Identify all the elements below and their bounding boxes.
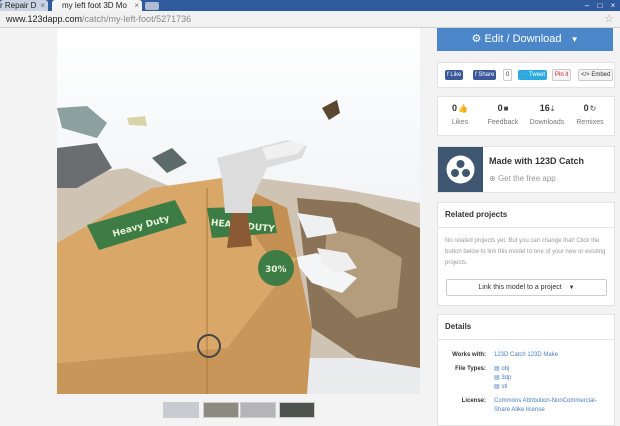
debris-top-right (322, 100, 340, 120)
stat-value: 0 (452, 103, 458, 113)
thumbs-up-icon: 👍 (458, 104, 468, 113)
box-badge-text: 30% (265, 265, 287, 275)
close-window-icon[interactable]: × (608, 0, 618, 11)
embed-button[interactable]: </> Embed (578, 69, 614, 81)
file-icon: ▤ (494, 384, 500, 390)
file-type-label: 3dp (501, 375, 512, 381)
details-panel: Details Works with: 123D Catch 123D Make… (437, 314, 615, 426)
embed-label: Embed (591, 72, 611, 78)
file-types-label: File Types: (455, 366, 486, 372)
details-title: Details (445, 322, 472, 331)
stat-value: 0 (583, 103, 589, 113)
stat-label: Remixes (576, 119, 604, 126)
license-label: License: (461, 398, 486, 404)
tab-label: r Repair D (0, 1, 37, 10)
stat-feedback[interactable]: 0■ Feedback (483, 102, 523, 126)
stat-remixes[interactable]: 0↻ Remixes (570, 102, 610, 126)
stat-label: Likes (451, 119, 469, 126)
share-count: 0 (503, 69, 513, 81)
stat-value: 16 (539, 103, 550, 113)
debris-small (127, 116, 147, 126)
browser-tab-active[interactable]: my left foot 3D Mo × (52, 0, 142, 11)
url-path: /catch/my-left-foot/5271736 (82, 14, 192, 24)
window-controls: – □ × (582, 0, 618, 11)
close-icon[interactable]: × (40, 0, 45, 11)
facebook-like-button[interactable]: f Like (445, 70, 464, 80)
gear-icon: ⚙ (471, 33, 482, 45)
link-to-project-button[interactable]: Link this model to a project ▼ (446, 279, 607, 296)
file-types-list: ▤ obj ▤ 3dp ▤ stl (494, 365, 511, 392)
address-bar[interactable]: www.123dapp.com/catch/my-left-foot/52717… (0, 11, 620, 28)
made-with-title: Made with 123D Catch (489, 156, 585, 166)
bookmark-star-icon[interactable]: ☆ (604, 11, 614, 27)
stat-downloads[interactable]: 16⤓ Downloads (527, 102, 567, 126)
maximize-icon[interactable]: □ (595, 0, 605, 11)
divider (438, 339, 614, 340)
chevron-down-icon: ▼ (570, 35, 579, 44)
file-type-label: stl (501, 384, 508, 390)
url-host: www.123dapp.com (6, 14, 83, 24)
link-button-label: Link this model to a project (478, 284, 562, 291)
plus-icon: ⊕ (489, 174, 496, 183)
file-type-label: obj (501, 366, 510, 372)
stat-label: Downloads (529, 119, 565, 126)
made-with-panel: Made with 123D Catch ⊕ Get the free app (437, 146, 615, 193)
pinit-button[interactable]: Pin it (552, 69, 572, 81)
thumbnail-strip (57, 396, 420, 418)
related-projects-panel: Related projects No related projects yet… (437, 202, 615, 306)
license-link[interactable]: Commons Attribution-NonCommercial-Share … (494, 397, 609, 415)
url-text: www.123dapp.com/catch/my-left-foot/52717… (6, 11, 191, 27)
browser-tab[interactable]: r Repair D × (0, 0, 48, 11)
get-app-link[interactable]: ⊕ Get the free app (489, 174, 556, 183)
comment-icon: ■ (503, 104, 509, 113)
debris-top-left (57, 106, 107, 138)
share-label: Share (478, 72, 495, 78)
edit-download-button[interactable]: ⚙ Edit / Download ▼ (437, 28, 613, 51)
remix-icon: ↻ (589, 104, 597, 113)
facebook-share-button[interactable]: f Share (473, 70, 497, 80)
get-app-label: Get the free app (497, 174, 556, 183)
new-tab-button[interactable] (145, 2, 159, 10)
debris-floating (152, 148, 187, 173)
download-icon: ⤓ (550, 104, 555, 113)
stat-value: 0 (497, 103, 503, 113)
works-with-value[interactable]: 123D Catch 123D Make (494, 351, 558, 360)
file-type-link[interactable]: ▤ 3dp (494, 374, 511, 383)
catch-logo-icon (446, 155, 475, 184)
chevron-down-icon: ▼ (568, 285, 575, 291)
close-icon[interactable]: × (134, 0, 139, 11)
model-viewer[interactable]: Heavy Duty HEAVY DUTY 30% (57, 28, 420, 394)
related-projects-description: No related projects yet. But you can cha… (445, 238, 606, 266)
file-type-link[interactable]: ▤ obj (494, 365, 511, 374)
file-icon: ▤ (494, 375, 500, 381)
file-icon: ▤ (494, 366, 500, 372)
stat-likes[interactable]: 0👍 Likes (440, 102, 480, 126)
tab-label: my left foot 3D Mo (62, 1, 127, 10)
model-scene: Heavy Duty HEAVY DUTY 30% (57, 100, 420, 394)
browser-tab-bar: r Repair D × my left foot 3D Mo × – □ × (0, 0, 620, 11)
divider (438, 227, 614, 228)
related-projects-title: Related projects (445, 210, 508, 219)
edit-download-label: Edit / Download (484, 33, 562, 45)
file-type-link[interactable]: ▤ stl (494, 383, 511, 392)
stats-panel: 0👍 Likes 0■ Feedback 16⤓ Downloads 0↻ Re… (437, 96, 615, 136)
like-label: Like (450, 72, 462, 78)
tweet-button[interactable]: 🐦 Tweet (518, 70, 548, 80)
tweet-label: Tweet (529, 72, 546, 78)
works-with-label: Works with: (452, 352, 486, 358)
minimize-icon[interactable]: – (582, 0, 592, 11)
stat-label: Feedback (487, 119, 519, 126)
share-panel: f Like f Share 0 🐦 Tweet Pin it </> Embe… (437, 62, 615, 88)
123d-catch-logo (438, 147, 483, 192)
